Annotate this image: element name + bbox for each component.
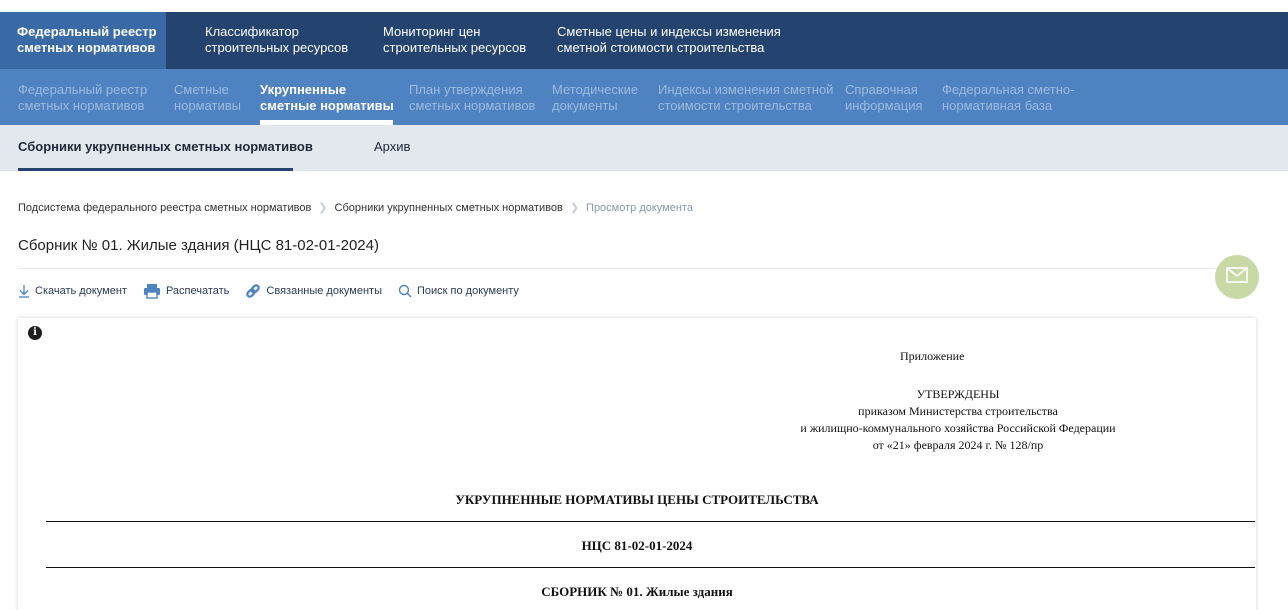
sub-nav-item-methodical-docs[interactable]: Методические документы — [552, 82, 638, 114]
print-button[interactable]: Распечатать — [143, 283, 229, 299]
top-nav-item-federal-registry[interactable]: Федеральный реестр сметных нормативов — [0, 12, 166, 69]
tab-enlarged-collections[interactable]: Сборники укрупненных сметных нормативов — [18, 139, 313, 154]
top-nav-item-estimated-prices[interactable]: Сметные цены и индексы изменения сметной… — [557, 24, 781, 56]
sub-nav-item-enlarged-norms[interactable]: Укрупненные сметные нормативы — [260, 82, 394, 114]
download-label: Скачать документ — [35, 285, 127, 297]
top-nav: Федеральный реестр сметных нормативов Кл… — [0, 12, 1288, 69]
related-label: Связанные документы — [266, 285, 382, 297]
document-viewer[interactable]: i Приложение УТВЕРЖДЕНЫ приказом Министе… — [18, 318, 1256, 610]
sub-nav-item-federal-base[interactable]: Федеральная сметно- нормативная база — [942, 82, 1074, 114]
sub-nav-item-estimate-norms[interactable]: Сметные нормативы — [174, 82, 241, 114]
sub-nav-item-reference-info[interactable]: Справочная информация — [845, 82, 923, 114]
sub-nav-item-cost-indexes[interactable]: Индексы изменения сметной стоимости стро… — [658, 82, 833, 114]
document-code: НЦС 81-02-01-2024 — [581, 538, 693, 553]
tab-archive[interactable]: Архив — [374, 139, 410, 154]
breadcrumb-item-collections[interactable]: Сборники укрупненных сметных нормативов — [335, 202, 563, 214]
download-button[interactable]: Скачать документ — [18, 284, 127, 298]
document-rule — [46, 521, 1255, 522]
breadcrumb: Подсистема федерального реестра сметных … — [18, 201, 693, 215]
document-approval-block: УТВЕРЖДЕНЫ приказом Министерства строите… — [800, 387, 1116, 452]
search-document-button[interactable]: Поиск по документу — [398, 284, 519, 298]
sub-nav-item-federal-registry[interactable]: Федеральный реестр сметных нормативов — [18, 82, 147, 114]
sub-nav: Федеральный реестр сметных нормативов См… — [0, 69, 1288, 125]
search-label: Поиск по документу — [416, 285, 519, 297]
search-icon — [398, 284, 412, 298]
link-icon — [245, 283, 261, 299]
document-collection-title: СБОРНИК № 01. Жилые здания — [541, 584, 733, 599]
info-icon[interactable]: i — [28, 326, 42, 340]
top-nav-item-price-monitoring[interactable]: Мониторинг цен строительных ресурсов — [383, 24, 526, 56]
download-icon — [18, 284, 30, 298]
feedback-button[interactable] — [1215, 255, 1259, 299]
top-nav-item-classifier[interactable]: Классификатор строительных ресурсов — [205, 24, 348, 56]
related-documents-button[interactable]: Связанные документы — [245, 283, 382, 299]
tab-active-indicator — [18, 168, 293, 171]
tabs-bar: Сборники укрупненных сметных нормативов … — [0, 125, 1288, 171]
chevron-right-icon: ❯ — [569, 202, 580, 214]
divider — [18, 268, 1255, 269]
printer-icon — [143, 283, 161, 299]
document-appendix: Приложение — [900, 349, 965, 363]
sub-nav-item-approval-plan[interactable]: План утверждения сметных нормативов — [409, 82, 535, 114]
document-rule — [46, 567, 1255, 568]
breadcrumb-current: Просмотр документа — [586, 201, 693, 214]
print-label: Распечатать — [165, 285, 230, 297]
chevron-right-icon: ❯ — [318, 202, 328, 214]
document-heading: УКРУПНЕННЫЕ НОРМАТИВЫ ЦЕНЫ СТРОИТЕЛЬСТВА — [455, 492, 819, 507]
document-toolbar: Скачать документ Распечатать Связанные д… — [18, 283, 535, 299]
mail-icon — [1226, 266, 1248, 288]
breadcrumb-item-subsystem[interactable]: Подсистема федерального реестра сметных … — [18, 202, 311, 214]
page-title: Сборник № 01. Жилые здания (НЦС 81-02-01… — [18, 237, 379, 254]
